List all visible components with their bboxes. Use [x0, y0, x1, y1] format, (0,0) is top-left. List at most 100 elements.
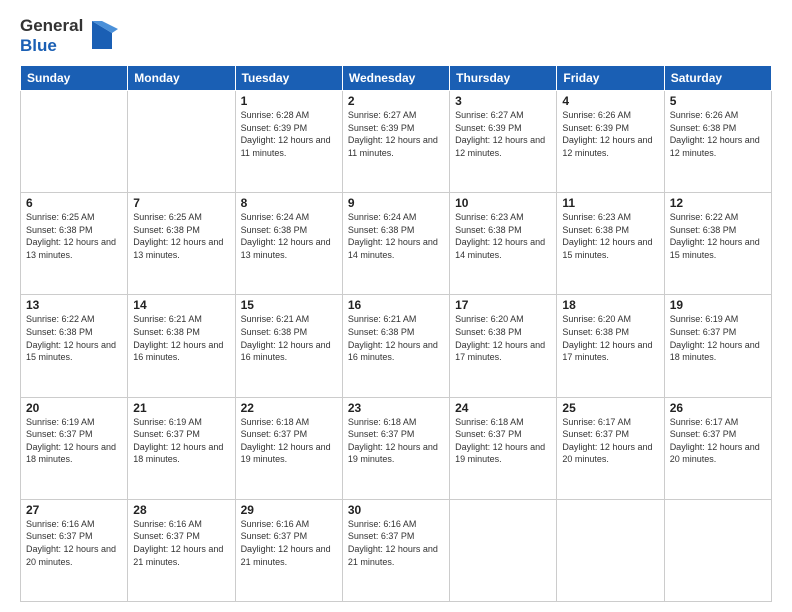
weekday-header-saturday: Saturday	[664, 66, 771, 91]
day-info: Sunrise: 6:20 AM Sunset: 6:38 PM Dayligh…	[562, 313, 658, 363]
day-info: Sunrise: 6:18 AM Sunset: 6:37 PM Dayligh…	[241, 416, 337, 466]
day-info: Sunrise: 6:23 AM Sunset: 6:38 PM Dayligh…	[455, 211, 551, 261]
day-cell: 16Sunrise: 6:21 AM Sunset: 6:38 PM Dayli…	[342, 295, 449, 397]
day-cell: 2Sunrise: 6:27 AM Sunset: 6:39 PM Daylig…	[342, 91, 449, 193]
day-cell: 15Sunrise: 6:21 AM Sunset: 6:38 PM Dayli…	[235, 295, 342, 397]
day-cell: 19Sunrise: 6:19 AM Sunset: 6:37 PM Dayli…	[664, 295, 771, 397]
day-number: 28	[133, 503, 229, 517]
week-row-4: 20Sunrise: 6:19 AM Sunset: 6:37 PM Dayli…	[21, 397, 772, 499]
day-info: Sunrise: 6:17 AM Sunset: 6:37 PM Dayligh…	[670, 416, 766, 466]
day-number: 1	[241, 94, 337, 108]
day-info: Sunrise: 6:22 AM Sunset: 6:38 PM Dayligh…	[670, 211, 766, 261]
day-cell	[21, 91, 128, 193]
day-info: Sunrise: 6:23 AM Sunset: 6:38 PM Dayligh…	[562, 211, 658, 261]
day-info: Sunrise: 6:27 AM Sunset: 6:39 PM Dayligh…	[348, 109, 444, 159]
day-info: Sunrise: 6:26 AM Sunset: 6:38 PM Dayligh…	[670, 109, 766, 159]
day-number: 3	[455, 94, 551, 108]
week-row-5: 27Sunrise: 6:16 AM Sunset: 6:37 PM Dayli…	[21, 499, 772, 601]
day-number: 21	[133, 401, 229, 415]
day-cell: 10Sunrise: 6:23 AM Sunset: 6:38 PM Dayli…	[450, 193, 557, 295]
day-info: Sunrise: 6:28 AM Sunset: 6:39 PM Dayligh…	[241, 109, 337, 159]
day-info: Sunrise: 6:16 AM Sunset: 6:37 PM Dayligh…	[241, 518, 337, 568]
day-cell: 23Sunrise: 6:18 AM Sunset: 6:37 PM Dayli…	[342, 397, 449, 499]
day-number: 30	[348, 503, 444, 517]
week-row-2: 6Sunrise: 6:25 AM Sunset: 6:38 PM Daylig…	[21, 193, 772, 295]
day-info: Sunrise: 6:25 AM Sunset: 6:38 PM Dayligh…	[26, 211, 122, 261]
weekday-header-wednesday: Wednesday	[342, 66, 449, 91]
day-cell: 8Sunrise: 6:24 AM Sunset: 6:38 PM Daylig…	[235, 193, 342, 295]
day-number: 13	[26, 298, 122, 312]
day-number: 27	[26, 503, 122, 517]
weekday-header-thursday: Thursday	[450, 66, 557, 91]
day-cell: 29Sunrise: 6:16 AM Sunset: 6:37 PM Dayli…	[235, 499, 342, 601]
day-cell: 25Sunrise: 6:17 AM Sunset: 6:37 PM Dayli…	[557, 397, 664, 499]
day-cell: 14Sunrise: 6:21 AM Sunset: 6:38 PM Dayli…	[128, 295, 235, 397]
day-info: Sunrise: 6:24 AM Sunset: 6:38 PM Dayligh…	[241, 211, 337, 261]
day-number: 6	[26, 196, 122, 210]
day-number: 11	[562, 196, 658, 210]
day-info: Sunrise: 6:16 AM Sunset: 6:37 PM Dayligh…	[133, 518, 229, 568]
logo-blue-text: Blue	[20, 36, 83, 56]
logo-icon	[86, 19, 118, 53]
day-cell	[128, 91, 235, 193]
day-cell: 24Sunrise: 6:18 AM Sunset: 6:37 PM Dayli…	[450, 397, 557, 499]
weekday-header-sunday: Sunday	[21, 66, 128, 91]
day-info: Sunrise: 6:19 AM Sunset: 6:37 PM Dayligh…	[670, 313, 766, 363]
day-number: 23	[348, 401, 444, 415]
day-number: 8	[241, 196, 337, 210]
day-info: Sunrise: 6:16 AM Sunset: 6:37 PM Dayligh…	[26, 518, 122, 568]
day-info: Sunrise: 6:17 AM Sunset: 6:37 PM Dayligh…	[562, 416, 658, 466]
logo-general-text: General	[20, 16, 83, 36]
day-number: 26	[670, 401, 766, 415]
day-number: 29	[241, 503, 337, 517]
day-cell: 3Sunrise: 6:27 AM Sunset: 6:39 PM Daylig…	[450, 91, 557, 193]
day-number: 7	[133, 196, 229, 210]
day-number: 18	[562, 298, 658, 312]
day-info: Sunrise: 6:24 AM Sunset: 6:38 PM Dayligh…	[348, 211, 444, 261]
day-info: Sunrise: 6:27 AM Sunset: 6:39 PM Dayligh…	[455, 109, 551, 159]
day-cell: 22Sunrise: 6:18 AM Sunset: 6:37 PM Dayli…	[235, 397, 342, 499]
page: General Blue SundayMondayTuesdayWednesda…	[0, 0, 792, 612]
day-number: 9	[348, 196, 444, 210]
day-info: Sunrise: 6:21 AM Sunset: 6:38 PM Dayligh…	[133, 313, 229, 363]
day-info: Sunrise: 6:18 AM Sunset: 6:37 PM Dayligh…	[455, 416, 551, 466]
weekday-header-tuesday: Tuesday	[235, 66, 342, 91]
weekday-header-friday: Friday	[557, 66, 664, 91]
day-cell: 12Sunrise: 6:22 AM Sunset: 6:38 PM Dayli…	[664, 193, 771, 295]
day-cell: 27Sunrise: 6:16 AM Sunset: 6:37 PM Dayli…	[21, 499, 128, 601]
day-info: Sunrise: 6:16 AM Sunset: 6:37 PM Dayligh…	[348, 518, 444, 568]
day-number: 17	[455, 298, 551, 312]
day-info: Sunrise: 6:21 AM Sunset: 6:38 PM Dayligh…	[241, 313, 337, 363]
day-info: Sunrise: 6:26 AM Sunset: 6:39 PM Dayligh…	[562, 109, 658, 159]
day-number: 14	[133, 298, 229, 312]
day-number: 2	[348, 94, 444, 108]
week-row-3: 13Sunrise: 6:22 AM Sunset: 6:38 PM Dayli…	[21, 295, 772, 397]
day-info: Sunrise: 6:25 AM Sunset: 6:38 PM Dayligh…	[133, 211, 229, 261]
day-cell: 5Sunrise: 6:26 AM Sunset: 6:38 PM Daylig…	[664, 91, 771, 193]
day-info: Sunrise: 6:19 AM Sunset: 6:37 PM Dayligh…	[133, 416, 229, 466]
day-number: 24	[455, 401, 551, 415]
logo: General Blue	[20, 16, 118, 55]
day-info: Sunrise: 6:22 AM Sunset: 6:38 PM Dayligh…	[26, 313, 122, 363]
day-cell: 13Sunrise: 6:22 AM Sunset: 6:38 PM Dayli…	[21, 295, 128, 397]
weekday-header-monday: Monday	[128, 66, 235, 91]
day-info: Sunrise: 6:20 AM Sunset: 6:38 PM Dayligh…	[455, 313, 551, 363]
day-number: 25	[562, 401, 658, 415]
day-cell: 6Sunrise: 6:25 AM Sunset: 6:38 PM Daylig…	[21, 193, 128, 295]
day-cell: 7Sunrise: 6:25 AM Sunset: 6:38 PM Daylig…	[128, 193, 235, 295]
day-cell	[450, 499, 557, 601]
day-info: Sunrise: 6:21 AM Sunset: 6:38 PM Dayligh…	[348, 313, 444, 363]
day-number: 15	[241, 298, 337, 312]
day-cell	[664, 499, 771, 601]
header: General Blue	[20, 16, 772, 55]
day-cell: 9Sunrise: 6:24 AM Sunset: 6:38 PM Daylig…	[342, 193, 449, 295]
day-number: 20	[26, 401, 122, 415]
week-row-1: 1Sunrise: 6:28 AM Sunset: 6:39 PM Daylig…	[21, 91, 772, 193]
day-number: 4	[562, 94, 658, 108]
day-info: Sunrise: 6:19 AM Sunset: 6:37 PM Dayligh…	[26, 416, 122, 466]
day-cell: 20Sunrise: 6:19 AM Sunset: 6:37 PM Dayli…	[21, 397, 128, 499]
day-cell: 1Sunrise: 6:28 AM Sunset: 6:39 PM Daylig…	[235, 91, 342, 193]
weekday-header-row: SundayMondayTuesdayWednesdayThursdayFrid…	[21, 66, 772, 91]
day-cell: 18Sunrise: 6:20 AM Sunset: 6:38 PM Dayli…	[557, 295, 664, 397]
day-cell: 17Sunrise: 6:20 AM Sunset: 6:38 PM Dayli…	[450, 295, 557, 397]
